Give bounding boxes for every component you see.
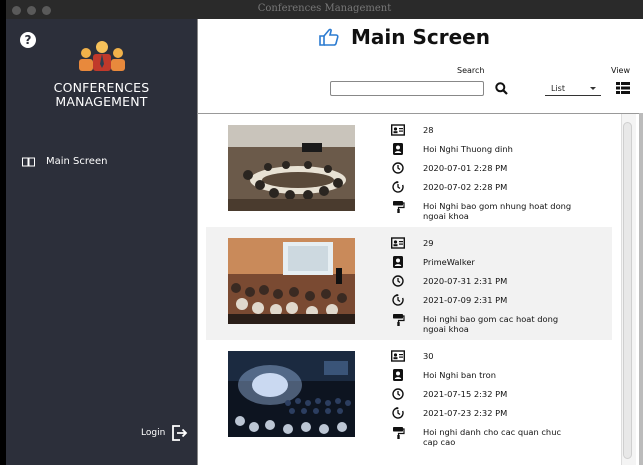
app-window: Conferences Management ? CONFERENCES MAN… <box>6 0 643 465</box>
title-bar: Conferences Management <box>6 0 643 19</box>
conference-start: 2021-07-15 2:32 PM <box>423 389 508 399</box>
app-name: CONFERENCES MANAGEMENT <box>6 81 197 109</box>
conference-description: Hoi nghi bao gom cac hoat dong ngoai kho… <box>423 314 559 334</box>
conference-photo <box>228 125 355 211</box>
list-view-icon[interactable] <box>616 82 630 94</box>
conference-end: 2021-07-23 2:32 PM <box>423 408 508 418</box>
conference-name: Hoi Nghi Thuong dinh <box>423 144 513 154</box>
window-title: Conferences Management <box>257 3 392 14</box>
contact-book-icon <box>393 369 403 381</box>
conference-list-panel: 28 Hoi Nghi Thuong dinh 2020-07-01 2:28 … <box>197 114 643 465</box>
search-input[interactable] <box>330 81 484 96</box>
id-card-icon <box>391 237 405 249</box>
app-name-line1: CONFERENCES <box>53 80 150 95</box>
conference-id: 28 <box>423 125 434 135</box>
conference-photo <box>228 238 355 324</box>
sidebar: ? CONFERENCES MANAGEMENT Main Screen Log… <box>6 19 197 465</box>
conference-start: 2020-07-01 2:28 PM <box>423 163 508 173</box>
paint-roller-icon <box>393 314 405 326</box>
book-icon <box>22 157 35 166</box>
conference-name: Hoi Nghi ban tron <box>423 370 496 380</box>
contact-book-icon <box>393 143 403 155</box>
chevron-down-icon <box>590 87 596 90</box>
conference-card[interactable]: 28 Hoi Nghi Thuong dinh 2020-07-01 2:28 … <box>206 114 612 227</box>
sidebar-item-label: Main Screen <box>46 156 108 167</box>
search-label: Search <box>457 66 485 75</box>
conference-id: 29 <box>423 238 434 248</box>
view-label: View <box>611 66 630 75</box>
login-label: Login <box>141 428 166 438</box>
paint-roller-icon <box>393 201 405 213</box>
app-name-line2: MANAGEMENT <box>55 94 148 109</box>
conference-end: 2021-07-09 2:31 PM <box>423 295 508 305</box>
conference-start: 2020-07-31 2:31 PM <box>423 276 508 286</box>
header: Main Screen Search View List <box>197 19 643 114</box>
conference-card[interactable]: 30 Hoi Nghi ban tron 2021-07-15 2:32 PM … <box>206 340 612 453</box>
logout-icon <box>172 425 188 441</box>
clock-end-icon <box>392 181 404 193</box>
paint-roller-icon <box>393 427 405 439</box>
conference-end: 2020-07-02 2:28 PM <box>423 182 508 192</box>
contact-book-icon <box>393 256 403 268</box>
page-title: Main Screen <box>351 25 490 49</box>
scrollbar-thumb[interactable] <box>623 122 632 459</box>
conference-card[interactable]: 29 PrimeWalker 2020-07-31 2:31 PM 2021-0… <box>206 227 612 340</box>
window-edge <box>639 113 643 465</box>
help-icon[interactable]: ? <box>20 32 36 48</box>
view-mode-select[interactable]: List <box>545 81 601 96</box>
clock-icon <box>392 162 404 174</box>
search-icon[interactable] <box>495 82 508 95</box>
conference-name: PrimeWalker <box>423 257 475 267</box>
clock-end-icon <box>392 407 404 419</box>
thumbs-up-icon <box>319 28 339 46</box>
conference-list: 28 Hoi Nghi Thuong dinh 2020-07-01 2:28 … <box>206 114 612 453</box>
conference-photo <box>228 351 355 437</box>
view-mode-value: List <box>551 84 565 93</box>
people-logo-icon <box>79 41 125 71</box>
clock-end-icon <box>392 294 404 306</box>
sidebar-item-main-screen[interactable]: Main Screen <box>22 156 107 167</box>
id-card-icon <box>391 124 405 136</box>
login-button[interactable]: Login <box>141 425 188 441</box>
clock-icon <box>392 275 404 287</box>
page-title-wrap: Main Screen <box>319 25 490 49</box>
id-card-icon <box>391 350 405 362</box>
conference-id: 30 <box>423 351 434 361</box>
clock-icon <box>392 388 404 400</box>
conference-description: Hoi nghi danh cho cac quan chuc cap cao <box>423 427 562 447</box>
conference-description: Hoi Nghi bao gom nhung hoat dong ngoai k… <box>423 201 572 221</box>
